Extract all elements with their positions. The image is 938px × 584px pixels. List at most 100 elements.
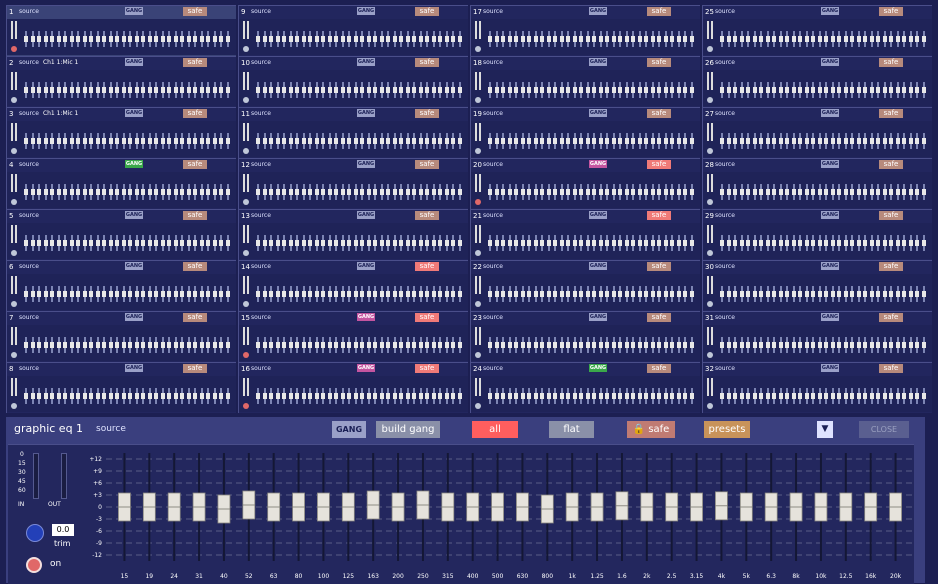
channel-status-lamp[interactable] xyxy=(475,301,481,307)
channel-cell[interactable]: 27 source GANG safe xyxy=(702,107,932,158)
channel-status-lamp[interactable] xyxy=(707,199,713,205)
channel-safe-button[interactable]: safe xyxy=(415,58,439,67)
channel-gang-button[interactable]: GANG xyxy=(821,211,839,219)
channel-cell[interactable]: 6 source GANG safe xyxy=(6,260,236,311)
channel-safe-button[interactable]: safe xyxy=(183,58,207,67)
channel-cell[interactable]: 20 source GANG safe xyxy=(470,158,700,209)
channel-safe-button[interactable]: safe xyxy=(879,109,903,118)
channel-gang-button[interactable]: GANG xyxy=(589,7,607,15)
channel-cell[interactable]: 22 source GANG safe xyxy=(470,260,700,311)
trim-knob[interactable] xyxy=(26,524,44,542)
channel-gang-button[interactable]: GANG xyxy=(125,313,143,321)
channel-gang-button[interactable]: GANG xyxy=(357,58,375,66)
channel-status-lamp[interactable] xyxy=(11,199,17,205)
channel-gang-button[interactable]: GANG xyxy=(357,364,375,372)
channel-safe-button[interactable]: safe xyxy=(647,262,671,271)
channel-status-lamp[interactable] xyxy=(11,352,17,358)
channel-cell[interactable]: 14 source GANG safe xyxy=(238,260,468,311)
channel-cell[interactable]: 26 source GANG safe xyxy=(702,56,932,107)
safe-button[interactable]: 🔒 safe xyxy=(627,421,675,438)
channel-status-lamp[interactable] xyxy=(707,352,713,358)
channel-gang-button[interactable]: GANG xyxy=(357,7,375,15)
channel-status-lamp[interactable] xyxy=(11,301,17,307)
channel-gang-button[interactable]: GANG xyxy=(125,262,143,270)
close-button[interactable]: CLOSE xyxy=(859,421,909,438)
channel-safe-button[interactable]: safe xyxy=(879,262,903,271)
channel-gang-button[interactable]: GANG xyxy=(589,211,607,219)
channel-safe-button[interactable]: safe xyxy=(183,109,207,118)
build-gang-button[interactable]: build gang xyxy=(376,421,440,438)
channel-status-lamp[interactable] xyxy=(243,403,249,409)
channel-status-lamp[interactable] xyxy=(707,148,713,154)
channel-safe-button[interactable]: safe xyxy=(183,313,207,322)
channel-status-lamp[interactable] xyxy=(243,199,249,205)
channel-gang-button[interactable]: GANG xyxy=(125,160,143,168)
channel-safe-button[interactable]: safe xyxy=(879,211,903,220)
channel-status-lamp[interactable] xyxy=(243,352,249,358)
channel-safe-button[interactable]: safe xyxy=(647,211,671,220)
all-button[interactable]: all xyxy=(472,421,518,438)
channel-safe-button[interactable]: safe xyxy=(415,160,439,169)
flat-button[interactable]: flat xyxy=(549,421,594,438)
channel-cell[interactable]: 17 source GANG safe xyxy=(470,5,700,56)
channel-status-lamp[interactable] xyxy=(475,97,481,103)
channel-safe-button[interactable]: safe xyxy=(647,7,671,16)
channel-cell[interactable]: 31 source GANG safe xyxy=(702,311,932,362)
channel-gang-button[interactable]: GANG xyxy=(821,364,839,372)
channel-status-lamp[interactable] xyxy=(475,403,481,409)
channel-safe-button[interactable]: safe xyxy=(879,313,903,322)
channel-status-lamp[interactable] xyxy=(243,97,249,103)
channel-status-lamp[interactable] xyxy=(11,46,17,52)
channel-cell[interactable]: 3 source Ch1 1:Mic 1 GANG safe xyxy=(6,107,236,158)
channel-cell[interactable]: 24 source GANG safe xyxy=(470,362,700,413)
channel-cell[interactable]: 16 source GANG safe xyxy=(238,362,468,413)
channel-gang-button[interactable]: GANG xyxy=(125,211,143,219)
channel-safe-button[interactable]: safe xyxy=(183,364,207,373)
channel-cell[interactable]: 13 source GANG safe xyxy=(238,209,468,260)
channel-status-lamp[interactable] xyxy=(11,97,17,103)
channel-safe-button[interactable]: safe xyxy=(415,313,439,322)
channel-gang-button[interactable]: GANG xyxy=(357,262,375,270)
channel-safe-button[interactable]: safe xyxy=(879,364,903,373)
channel-cell[interactable]: 29 source GANG safe xyxy=(702,209,932,260)
channel-cell[interactable]: 18 source GANG safe xyxy=(470,56,700,107)
channel-cell[interactable]: 23 source GANG safe xyxy=(470,311,700,362)
channel-status-lamp[interactable] xyxy=(475,352,481,358)
channel-cell[interactable]: 30 source GANG safe xyxy=(702,260,932,311)
channel-status-lamp[interactable] xyxy=(11,148,17,154)
channel-status-lamp[interactable] xyxy=(243,250,249,256)
channel-gang-button[interactable]: GANG xyxy=(125,58,143,66)
channel-status-lamp[interactable] xyxy=(707,403,713,409)
channel-gang-button[interactable]: GANG xyxy=(589,313,607,321)
channel-cell[interactable]: 10 source GANG safe xyxy=(238,56,468,107)
channel-safe-button[interactable]: safe xyxy=(415,109,439,118)
channel-status-lamp[interactable] xyxy=(243,301,249,307)
channel-status-lamp[interactable] xyxy=(11,403,17,409)
channel-gang-button[interactable]: GANG xyxy=(589,364,607,372)
channel-safe-button[interactable]: safe xyxy=(415,7,439,16)
channel-safe-button[interactable]: safe xyxy=(183,7,207,16)
channel-safe-button[interactable]: safe xyxy=(183,211,207,220)
channel-cell[interactable]: 12 source GANG safe xyxy=(238,158,468,209)
channel-gang-button[interactable]: GANG xyxy=(125,364,143,372)
channel-cell[interactable]: 11 source GANG safe xyxy=(238,107,468,158)
channel-status-lamp[interactable] xyxy=(475,46,481,52)
channel-safe-button[interactable]: safe xyxy=(647,364,671,373)
dropdown-arrow-button[interactable]: ▼ xyxy=(817,421,833,438)
channel-cell[interactable]: 9 source GANG safe xyxy=(238,5,468,56)
channel-gang-button[interactable]: GANG xyxy=(125,7,143,15)
channel-gang-button[interactable]: GANG xyxy=(821,58,839,66)
channel-cell[interactable]: 25 source GANG safe xyxy=(702,5,932,56)
presets-button[interactable]: presets xyxy=(704,421,750,438)
channel-cell[interactable]: 32 source GANG safe xyxy=(702,362,932,413)
channel-status-lamp[interactable] xyxy=(707,46,713,52)
channel-gang-button[interactable]: GANG xyxy=(357,211,375,219)
channel-status-lamp[interactable] xyxy=(707,301,713,307)
channel-status-lamp[interactable] xyxy=(707,97,713,103)
channel-cell[interactable]: 8 source GANG safe xyxy=(6,362,236,413)
channel-cell[interactable]: 21 source GANG safe xyxy=(470,209,700,260)
channel-cell[interactable]: 7 source GANG safe xyxy=(6,311,236,362)
channel-safe-button[interactable]: safe xyxy=(647,58,671,67)
channel-gang-button[interactable]: GANG xyxy=(821,313,839,321)
channel-safe-button[interactable]: safe xyxy=(415,211,439,220)
